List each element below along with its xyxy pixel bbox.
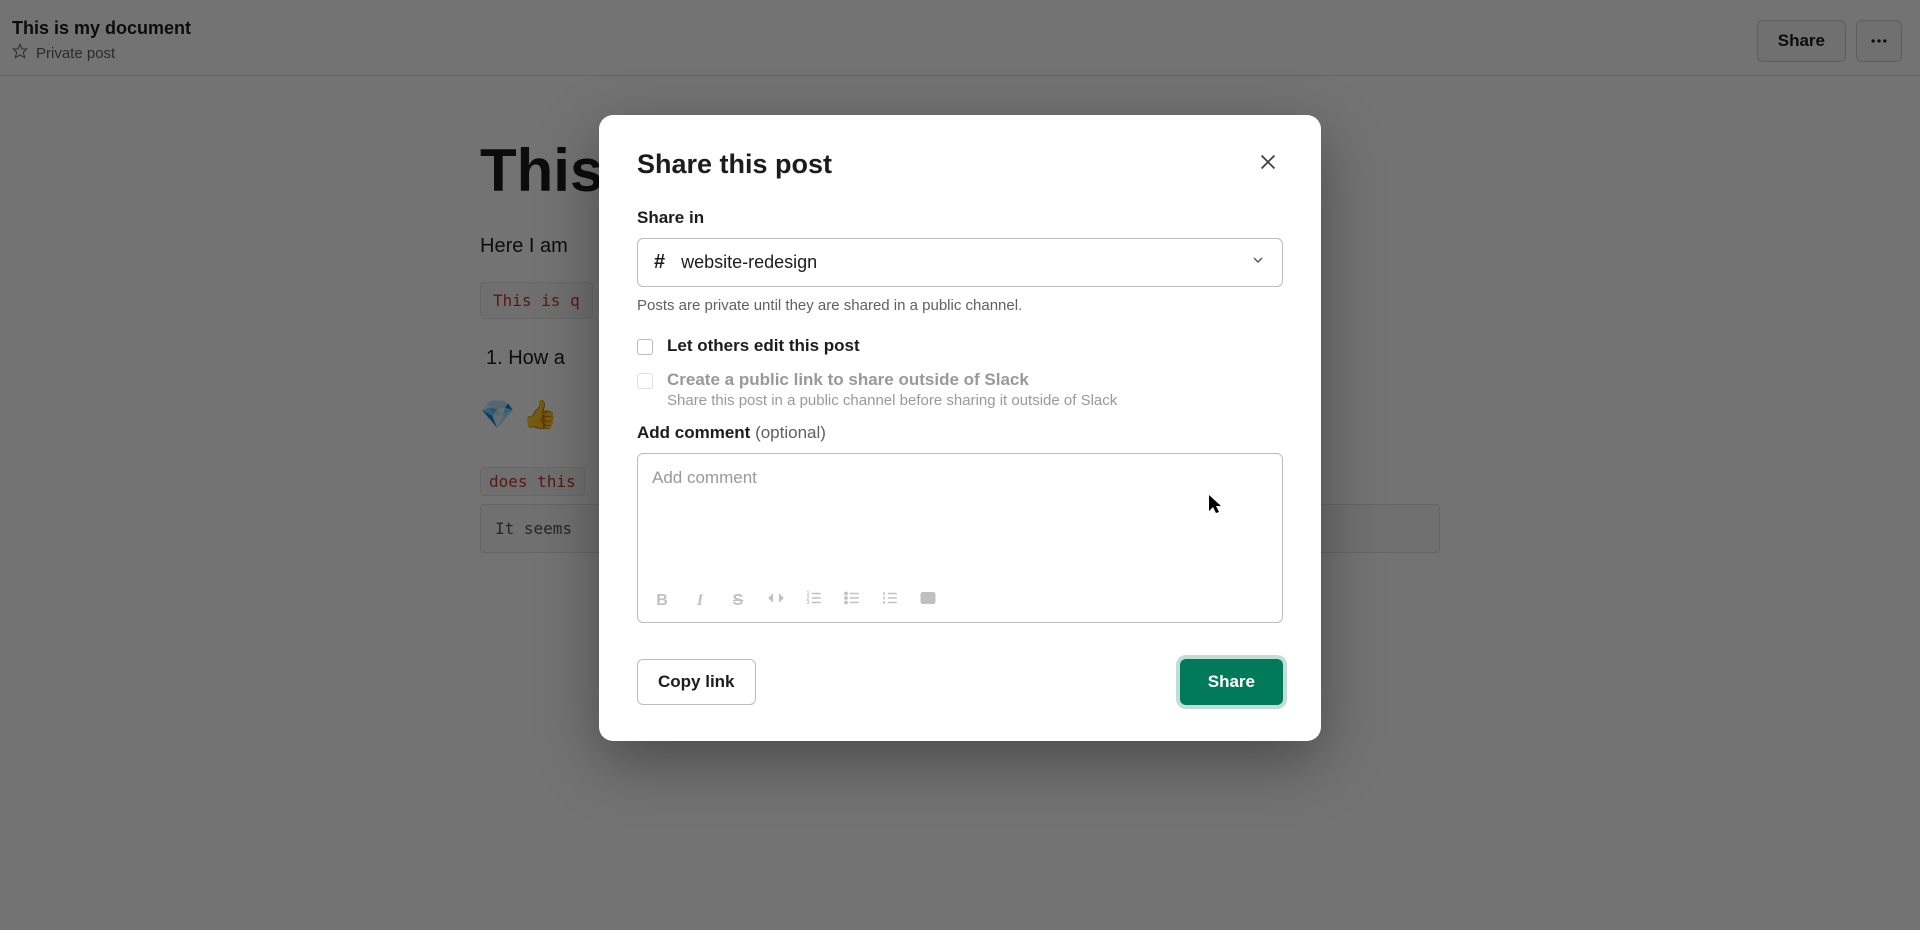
svg-text:3: 3 [807, 600, 810, 606]
checkbox-edit-row[interactable]: Let others edit this post [637, 336, 1283, 356]
code-icon[interactable] [766, 589, 786, 612]
add-comment-text: Add comment [637, 423, 750, 442]
modal-header: Share this post [637, 147, 1283, 182]
chevron-down-icon [1250, 252, 1266, 273]
ordered-list-icon[interactable]: 123 [804, 589, 824, 612]
checkbox-edit[interactable] [637, 339, 653, 355]
italic-icon[interactable]: I [690, 592, 710, 610]
share-modal: Share this post Share in # website-redes… [599, 115, 1321, 741]
code-block-icon[interactable] [918, 589, 938, 612]
share-in-label: Share in [637, 208, 1283, 228]
cursor-icon [1209, 495, 1225, 520]
numbered-list-icon[interactable] [880, 589, 900, 612]
hash-icon: # [654, 251, 665, 274]
bold-icon[interactable]: B [652, 592, 672, 610]
checkbox-public-label: Create a public link to share outside of… [667, 370, 1117, 390]
privacy-help-text: Posts are private until they are shared … [637, 297, 1283, 314]
modal-footer: Copy link Share [637, 659, 1283, 705]
checkbox-public-content: Create a public link to share outside of… [667, 370, 1117, 409]
close-button[interactable] [1253, 147, 1283, 182]
bulleted-list-icon[interactable] [842, 589, 862, 612]
copy-link-button[interactable]: Copy link [637, 659, 756, 705]
comment-toolbar: B I S 123 [638, 579, 1282, 622]
checkbox-public-sublabel: Share this post in a public channel befo… [667, 392, 1117, 409]
modal-title: Share this post [637, 149, 832, 180]
channel-name: website-redesign [681, 252, 817, 273]
share-button-primary[interactable]: Share [1180, 659, 1283, 705]
channel-select-value: # website-redesign [654, 251, 817, 274]
checkbox-public-row: Create a public link to share outside of… [637, 370, 1283, 409]
checkbox-edit-label: Let others edit this post [667, 336, 860, 356]
comment-input[interactable]: Add comment [638, 454, 1282, 579]
checkbox-public [637, 373, 653, 389]
close-icon [1257, 151, 1279, 173]
modal-overlay[interactable]: Share this post Share in # website-redes… [0, 0, 1920, 930]
optional-text: (optional) [750, 423, 826, 442]
comment-box: Add comment B I S 123 [637, 453, 1283, 623]
strikethrough-icon[interactable]: S [728, 592, 748, 610]
channel-select[interactable]: # website-redesign [637, 238, 1283, 287]
add-comment-label: Add comment (optional) [637, 423, 1283, 443]
